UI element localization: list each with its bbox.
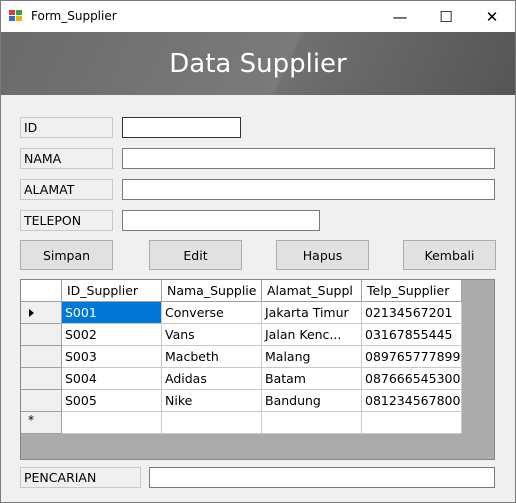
kembali-button[interactable]: Kembali bbox=[403, 240, 496, 270]
table-cell[interactable]: S005 bbox=[62, 390, 162, 412]
title-bar[interactable]: Form_Supplier — ☐ ✕ bbox=[1, 1, 515, 32]
table-cell[interactable]: S001 bbox=[62, 302, 162, 324]
row-header[interactable] bbox=[21, 390, 62, 412]
table-cell[interactable]: S003 bbox=[62, 346, 162, 368]
column-header-nama-supplier[interactable]: Nama_Supplie bbox=[162, 280, 262, 302]
table-cell[interactable]: S004 bbox=[62, 368, 162, 390]
page-title: Data Supplier bbox=[169, 49, 347, 79]
pencarian-label: PENCARIAN bbox=[20, 467, 141, 488]
telepon-input[interactable] bbox=[122, 210, 320, 231]
row-header[interactable] bbox=[21, 368, 62, 390]
column-header-id-supplier[interactable]: ID_Supplier bbox=[62, 280, 162, 302]
new-row-cell[interactable] bbox=[162, 412, 262, 434]
nama-input[interactable] bbox=[122, 148, 495, 169]
telepon-label: TELEPON bbox=[20, 210, 113, 231]
form-supplier-window: Form_Supplier — ☐ ✕ Data Supplier ID NAM… bbox=[0, 0, 516, 503]
table-cell[interactable]: Macbeth bbox=[162, 346, 262, 368]
new-row-cell[interactable] bbox=[62, 412, 162, 434]
simpan-button[interactable]: Simpan bbox=[20, 240, 113, 270]
column-header-alamat-supplier[interactable]: Alamat_Suppl bbox=[262, 280, 362, 302]
alamat-input[interactable] bbox=[122, 179, 495, 200]
table-cell[interactable]: Adidas bbox=[162, 368, 262, 390]
table-cell[interactable]: 081234567800 bbox=[362, 390, 462, 412]
window-title: Form_Supplier bbox=[31, 9, 117, 23]
app-icon bbox=[9, 10, 23, 22]
new-row-header[interactable]: * bbox=[21, 412, 62, 434]
row-header[interactable] bbox=[21, 324, 62, 346]
minimize-button[interactable]: — bbox=[377, 1, 423, 32]
edit-button[interactable]: Edit bbox=[149, 240, 242, 270]
search-input[interactable] bbox=[149, 467, 495, 488]
maximize-button[interactable]: ☐ bbox=[423, 1, 469, 32]
table-cell[interactable]: 089765777899 bbox=[362, 346, 462, 368]
new-row-cell[interactable] bbox=[362, 412, 462, 434]
table-cell[interactable]: 03167855445 bbox=[362, 324, 462, 346]
table-cell[interactable]: Jakarta Timur bbox=[262, 302, 362, 324]
new-row-marker: * bbox=[28, 413, 34, 427]
table-cell[interactable]: S002 bbox=[62, 324, 162, 346]
row-header[interactable] bbox=[21, 302, 62, 324]
header-banner: Data Supplier bbox=[1, 32, 515, 95]
nama-label: NAMA bbox=[20, 148, 113, 169]
id-label: ID bbox=[20, 117, 113, 138]
table-cell[interactable]: Malang bbox=[262, 346, 362, 368]
close-button[interactable]: ✕ bbox=[469, 1, 515, 32]
new-row-cell[interactable] bbox=[262, 412, 362, 434]
table-cell[interactable]: Converse bbox=[162, 302, 262, 324]
table-cell[interactable]: 02134567201 bbox=[362, 302, 462, 324]
table-cell[interactable]: Nike bbox=[162, 390, 262, 412]
grid-corner-header[interactable] bbox=[21, 280, 62, 302]
table-cell[interactable]: Vans bbox=[162, 324, 262, 346]
hapus-button[interactable]: Hapus bbox=[276, 240, 369, 270]
table-cell[interactable]: Batam bbox=[262, 368, 362, 390]
column-header-telp-supplier[interactable]: Telp_Supplier bbox=[362, 280, 462, 302]
table-cell[interactable]: Bandung bbox=[262, 390, 362, 412]
table-cell[interactable]: Jalan Kenc... bbox=[262, 324, 362, 346]
id-input[interactable] bbox=[122, 117, 241, 138]
supplier-data-grid[interactable]: ID_Supplier Nama_Supplie Alamat_Suppl Te… bbox=[20, 279, 495, 460]
alamat-label: ALAMAT bbox=[20, 179, 113, 200]
table-cell[interactable]: 087666545300 bbox=[362, 368, 462, 390]
row-header[interactable] bbox=[21, 346, 62, 368]
current-row-arrow-icon bbox=[29, 309, 34, 317]
